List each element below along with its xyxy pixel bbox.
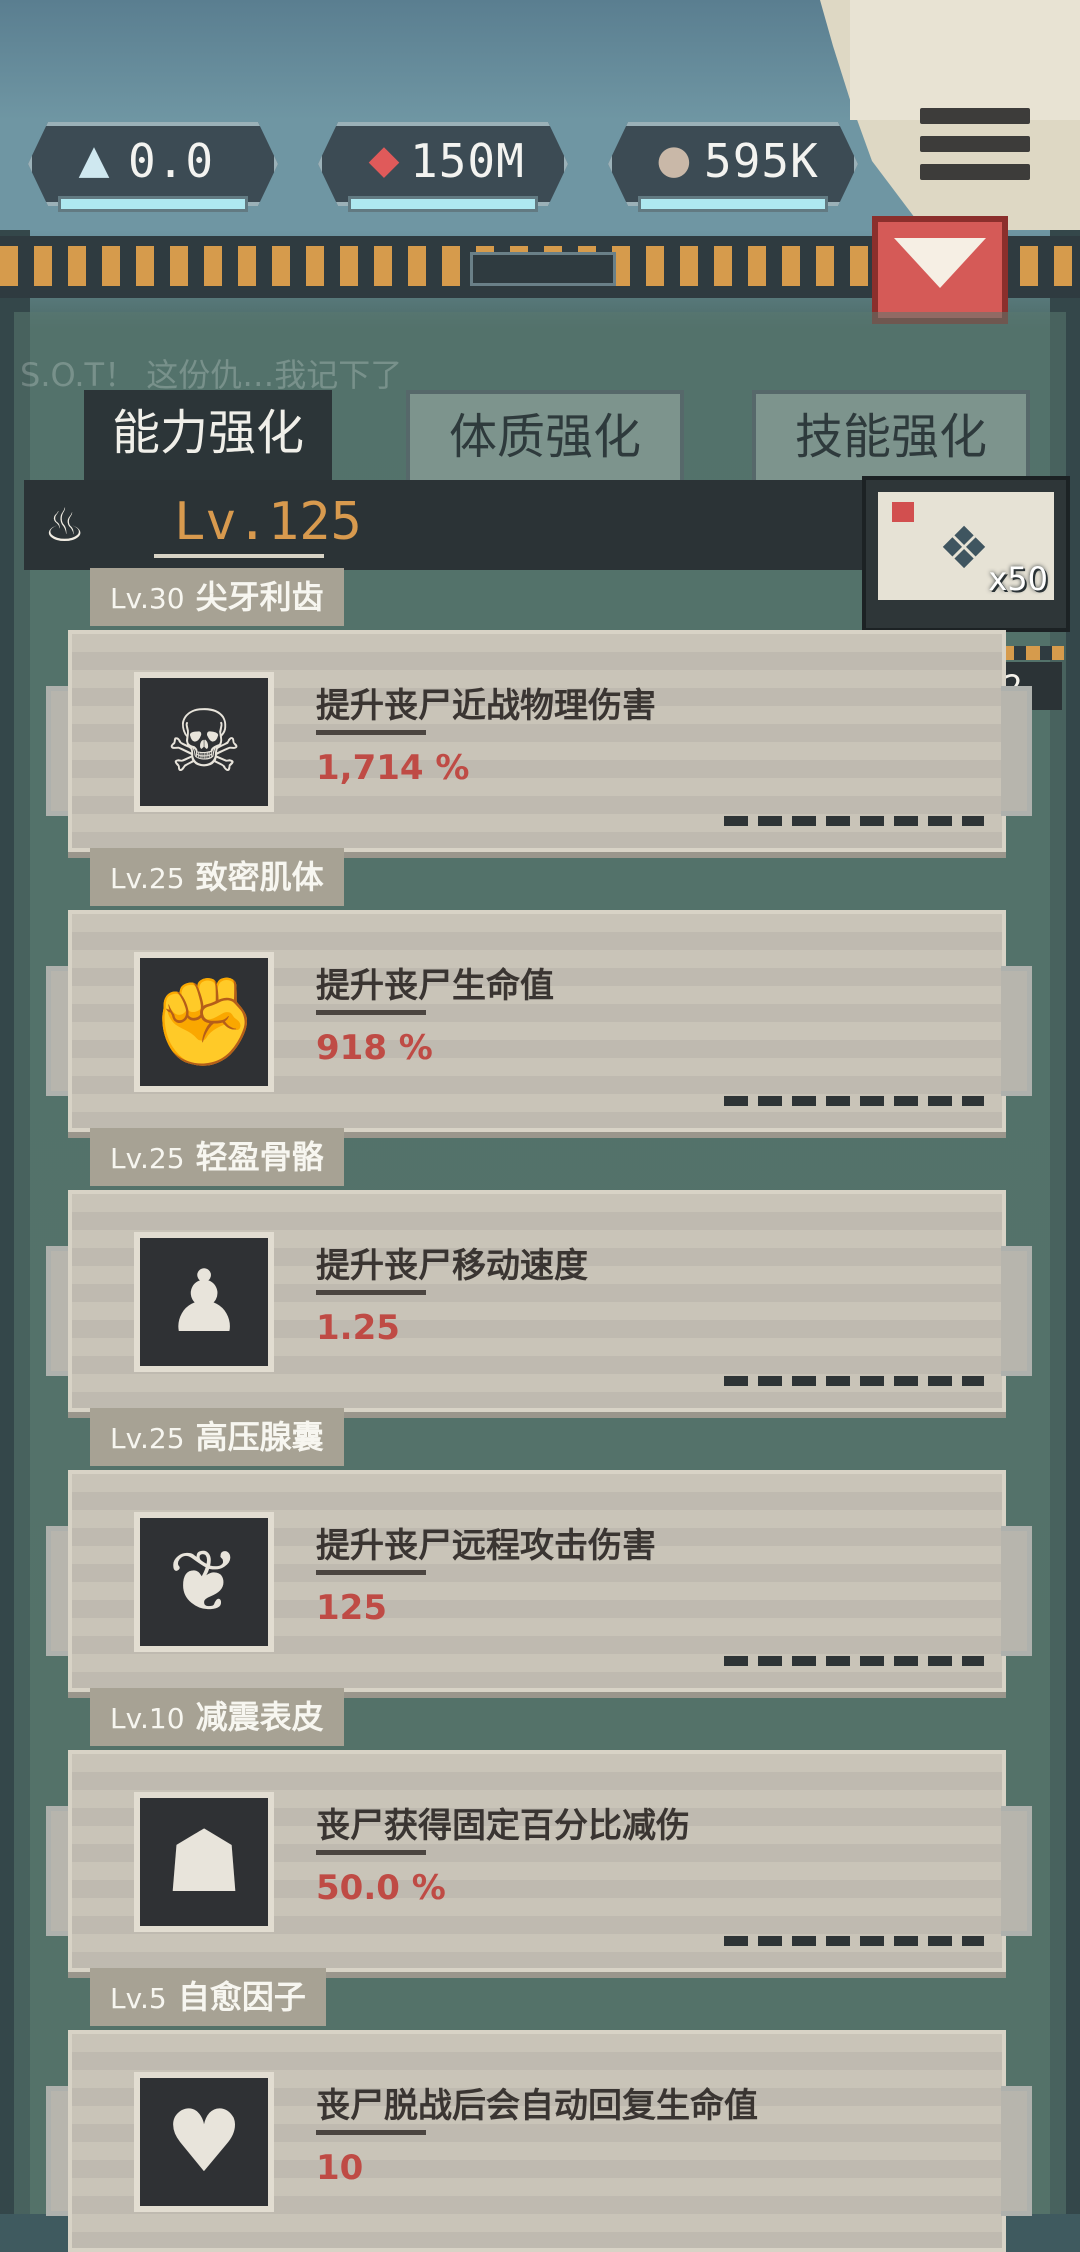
skill-description: 提升丧尸远程攻击伤害: [316, 1526, 656, 1566]
brain-value: 595K: [704, 134, 819, 188]
skill-name: 减震表皮: [195, 1698, 324, 1736]
skill-value: 918 %: [316, 1028, 433, 1068]
skull-icon: ☠: [134, 672, 274, 812]
skill-tag: Lv.25 致密肌体: [90, 848, 344, 906]
skill-card[interactable]: Lv.30 尖牙利齿 ☠ 提升丧尸近战物理伤害 1,714 %: [46, 568, 1032, 852]
drag-handle[interactable]: [470, 252, 616, 286]
skill-value: 50.0 %: [316, 1868, 446, 1908]
skill-name: 轻盈骨骼: [195, 1138, 324, 1176]
tab-physique[interactable]: 体质强化: [406, 390, 684, 488]
skill-description: 提升丧尸近战物理伤害: [316, 686, 656, 726]
skill-value: 1.25: [316, 1308, 400, 1348]
skill-value: 125: [316, 1588, 387, 1628]
skill-level: Lv.10: [110, 1702, 185, 1735]
skill-card[interactable]: Lv.25 致密肌体 ✊ 提升丧尸生命值 918 %: [46, 848, 1032, 1132]
skill-description: 丧尸获得固定百分比减伤: [316, 1806, 690, 1846]
blood-counter: ◆ 150M: [318, 122, 568, 212]
heart-icon: ♥: [134, 2072, 274, 2212]
menu-button[interactable]: [920, 108, 1030, 190]
skill-tag: Lv.5 自愈因子: [90, 1968, 326, 2026]
skill-name: 自愈因子: [177, 1978, 306, 2016]
level-value: Lv.125: [174, 492, 362, 552]
skill-level: Lv.25: [110, 1142, 185, 1175]
background-cloud: [850, 0, 1080, 120]
foot-icon: ♟: [134, 1232, 274, 1372]
blood-icon: ◆: [368, 137, 400, 183]
tab-skill[interactable]: 技能强化: [752, 390, 1030, 488]
skill-tag: Lv.30 尖牙利齿: [90, 568, 344, 626]
gland-icon: ❦: [134, 1512, 274, 1652]
skill-description: 丧尸脱战后会自动回复生命值: [316, 2086, 758, 2126]
gem-icon: ❖: [938, 514, 990, 582]
triangle-down-icon: [894, 238, 986, 288]
reward-count: x50: [988, 560, 1048, 598]
blood-value: 150M: [410, 134, 525, 188]
notification-dot: [892, 502, 914, 522]
skill-value: 10: [316, 2148, 364, 2188]
flame-icon: ♨: [44, 498, 86, 552]
collapse-panel-button[interactable]: [872, 216, 1008, 324]
brain-counter: ● 595K: [608, 122, 858, 212]
crystal-icon: ▲: [78, 137, 110, 183]
skill-level: Lv.25: [110, 1422, 185, 1455]
skill-description: 提升丧尸生命值: [316, 966, 554, 1006]
crystal-counter: ▲ 0.0: [28, 122, 278, 212]
skill-level: Lv.30: [110, 582, 185, 615]
tab-ability[interactable]: 能力强化: [84, 390, 332, 480]
skill-level: Lv.5: [110, 1982, 167, 2015]
skill-name: 尖牙利齿: [195, 578, 324, 616]
skill-card[interactable]: Lv.10 减震表皮 ☗ 丧尸获得固定百分比减伤 50.0 %: [46, 1688, 1032, 1972]
skill-card[interactable]: Lv.5 自愈因子 ♥ 丧尸脱战后会自动回复生命值 10: [46, 1968, 1032, 2252]
skill-card[interactable]: Lv.25 高压腺囊 ❦ 提升丧尸远程攻击伤害 125: [46, 1408, 1032, 1692]
reward-box[interactable]: ❖ x50: [862, 476, 1070, 632]
muscle-icon: ✊: [134, 952, 274, 1092]
skill-tag: Lv.25 高压腺囊: [90, 1408, 344, 1466]
skill-name: 致密肌体: [195, 858, 324, 896]
skill-name: 高压腺囊: [195, 1418, 324, 1456]
skill-card[interactable]: Lv.25 轻盈骨骼 ♟ 提升丧尸移动速度 1.25: [46, 1128, 1032, 1412]
skill-level: Lv.25: [110, 862, 185, 895]
brain-icon: ●: [656, 137, 692, 183]
skill-value: 1,714 %: [316, 748, 470, 788]
body-icon: ☗: [134, 1792, 274, 1932]
skill-tag: Lv.25 轻盈骨骼: [90, 1128, 344, 1186]
skill-tag: Lv.10 减震表皮: [90, 1688, 344, 1746]
menu-icon: [920, 108, 1030, 124]
crystal-value: 0.0: [128, 134, 215, 188]
skill-description: 提升丧尸移动速度: [316, 1246, 588, 1286]
